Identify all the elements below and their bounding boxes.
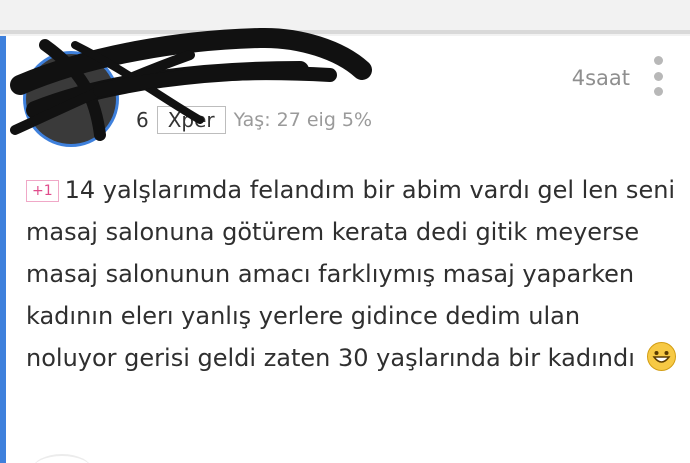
avatar[interactable] [26, 54, 116, 144]
top-strip-divider [0, 30, 690, 34]
grinning-face-icon [646, 342, 676, 371]
user-meta: 6 Xper Yaş: 27 eig 5% [136, 106, 372, 134]
post-body: +1 14 yalşlarımda felandım bir abim vardı… [26, 169, 676, 379]
post-time: 4saat [571, 66, 630, 90]
user-level: 6 [136, 108, 149, 132]
user-rank-badge: Xper [156, 106, 226, 134]
more-options-button[interactable] [648, 56, 668, 96]
page: 4saat 6 Xper Yaş: 27 eig 5% +1 14 yalşlar… [0, 0, 690, 463]
top-strip [0, 0, 690, 37]
next-post-avatar-edge [32, 454, 92, 463]
vertical-ellipsis-icon [653, 71, 663, 81]
post-text: 14 yalşlarımda felandım bir abim vardı g… [26, 176, 676, 372]
vertical-ellipsis-icon [653, 87, 663, 96]
user-age: Yaş: 27 eig 5% [233, 109, 373, 131]
post-card: 4saat 6 Xper Yaş: 27 eig 5% +1 14 yalşlar… [6, 36, 690, 463]
vertical-ellipsis-icon [653, 56, 663, 65]
plus-one-badge[interactable]: +1 [26, 180, 59, 202]
